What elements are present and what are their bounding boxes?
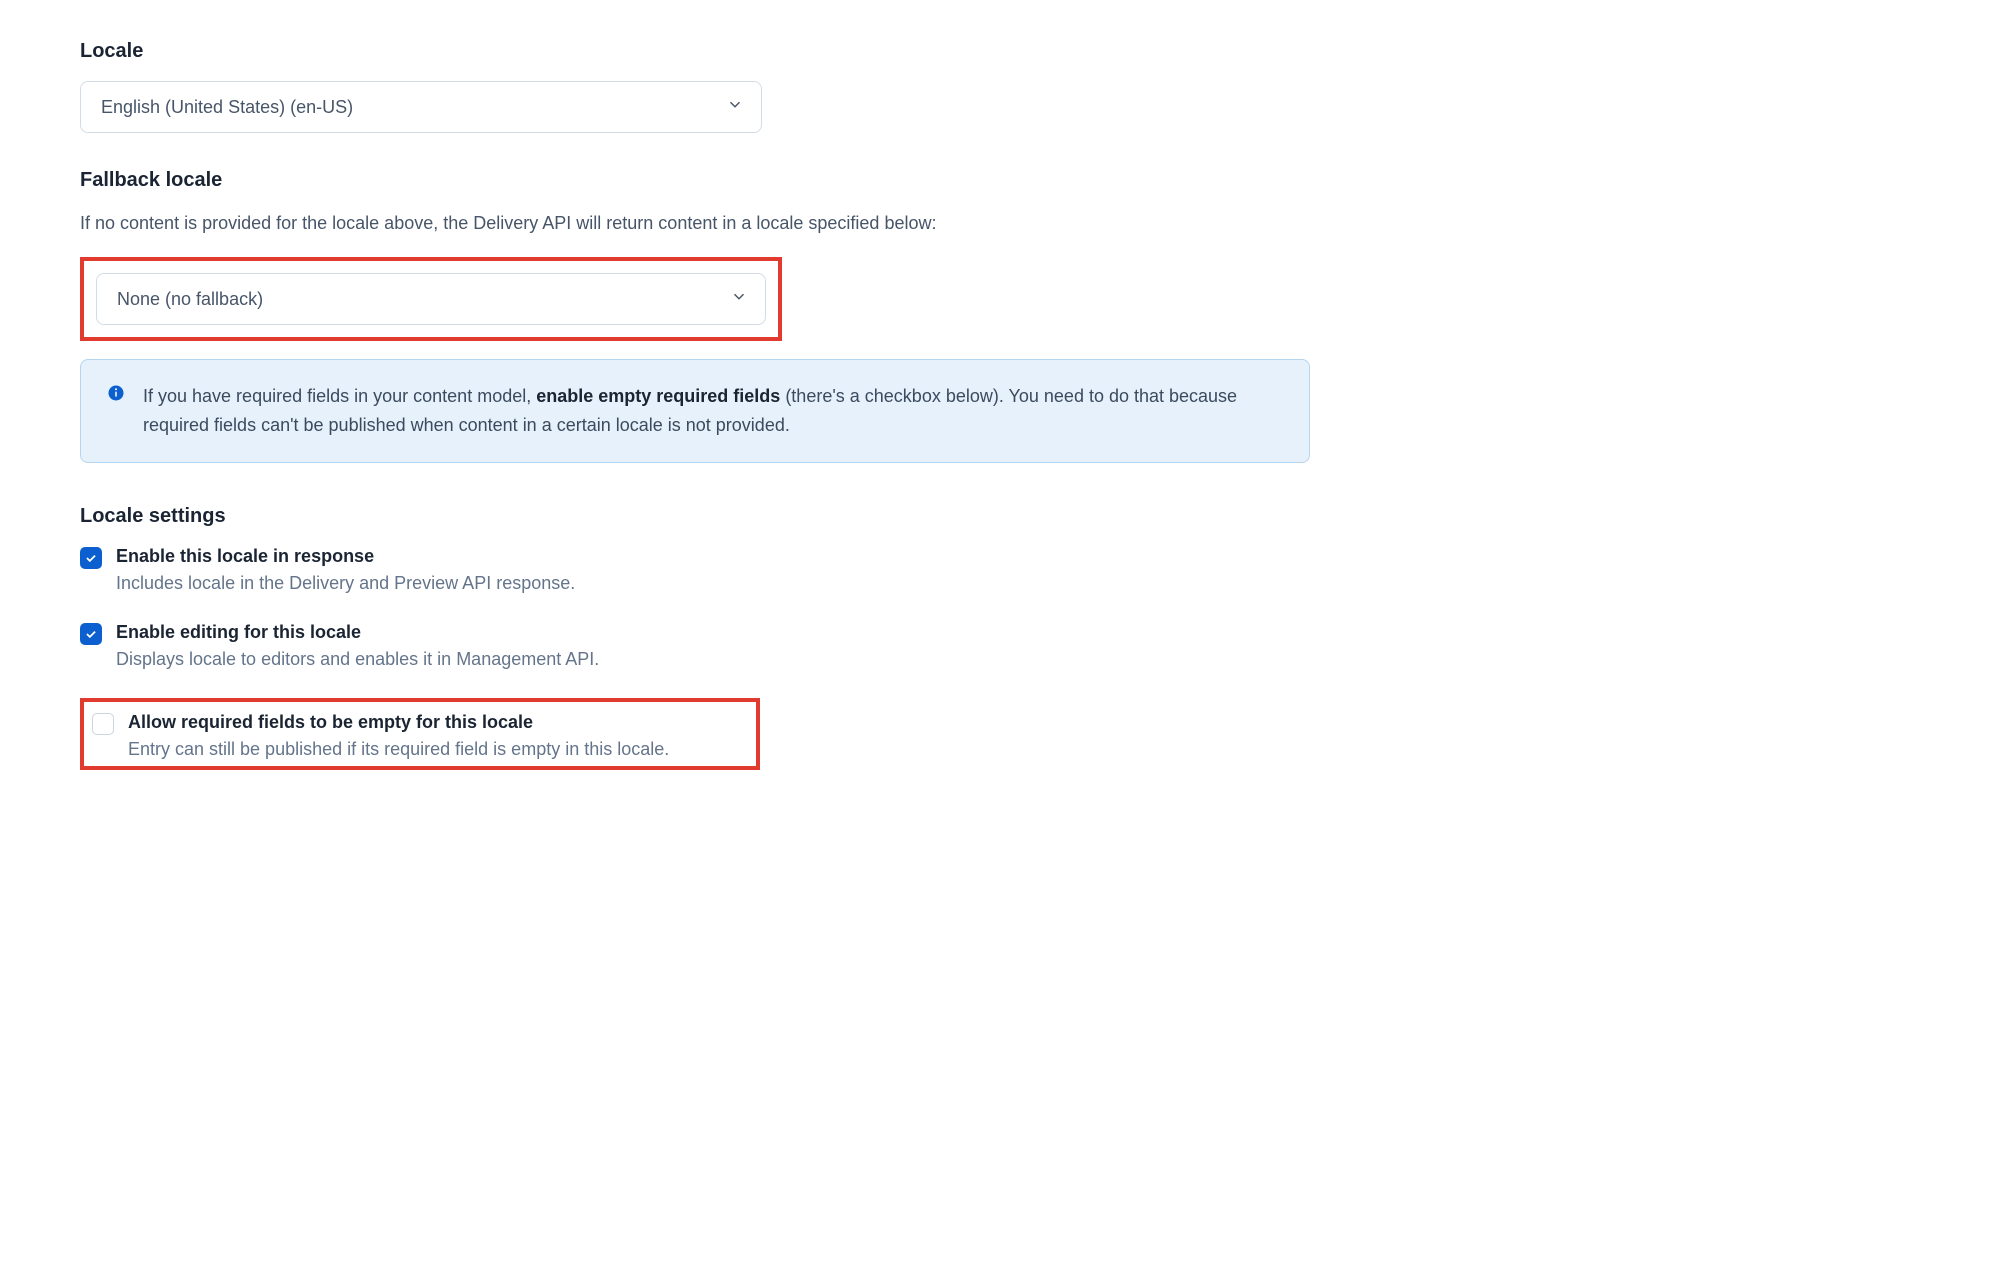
fallback-highlight: None (no fallback) xyxy=(80,257,782,341)
info-text-bold: enable empty required fields xyxy=(536,386,780,406)
info-text-before: If you have required fields in your cont… xyxy=(143,386,536,406)
setting-title: Allow required fields to be empty for th… xyxy=(128,712,669,733)
locale-select[interactable]: English (United States) (en-US) xyxy=(80,81,762,133)
fallback-locale-select-value: None (no fallback) xyxy=(117,289,263,310)
checkbox-enable-editing[interactable] xyxy=(80,623,102,645)
checkbox-enable-locale-response[interactable] xyxy=(80,547,102,569)
locale-select-value: English (United States) (en-US) xyxy=(101,97,353,118)
info-icon xyxy=(107,384,125,402)
locale-settings-label: Locale settings xyxy=(80,505,1320,528)
setting-enable-locale-response: Enable this locale in response Includes … xyxy=(80,546,1320,594)
info-note: If you have required fields in your cont… xyxy=(80,359,1310,463)
fallback-locale-label: Fallback locale xyxy=(80,169,1320,192)
setting-enable-editing: Enable editing for this locale Displays … xyxy=(80,622,1320,670)
setting-description: Entry can still be published if its requ… xyxy=(128,739,669,760)
fallback-locale-select[interactable]: None (no fallback) xyxy=(96,273,766,325)
setting-allow-empty-required: Allow required fields to be empty for th… xyxy=(92,712,748,760)
info-note-text: If you have required fields in your cont… xyxy=(143,382,1283,440)
setting-title: Enable this locale in response xyxy=(116,546,575,567)
locale-label: Locale xyxy=(80,40,1320,63)
fallback-locale-description: If no content is provided for the locale… xyxy=(80,210,1320,237)
setting-title: Enable editing for this locale xyxy=(116,622,599,643)
setting-description: Includes locale in the Delivery and Prev… xyxy=(116,573,575,594)
checkbox-allow-empty-required[interactable] xyxy=(92,713,114,735)
allow-empty-highlight: Allow required fields to be empty for th… xyxy=(80,698,760,770)
setting-description: Displays locale to editors and enables i… xyxy=(116,649,599,670)
